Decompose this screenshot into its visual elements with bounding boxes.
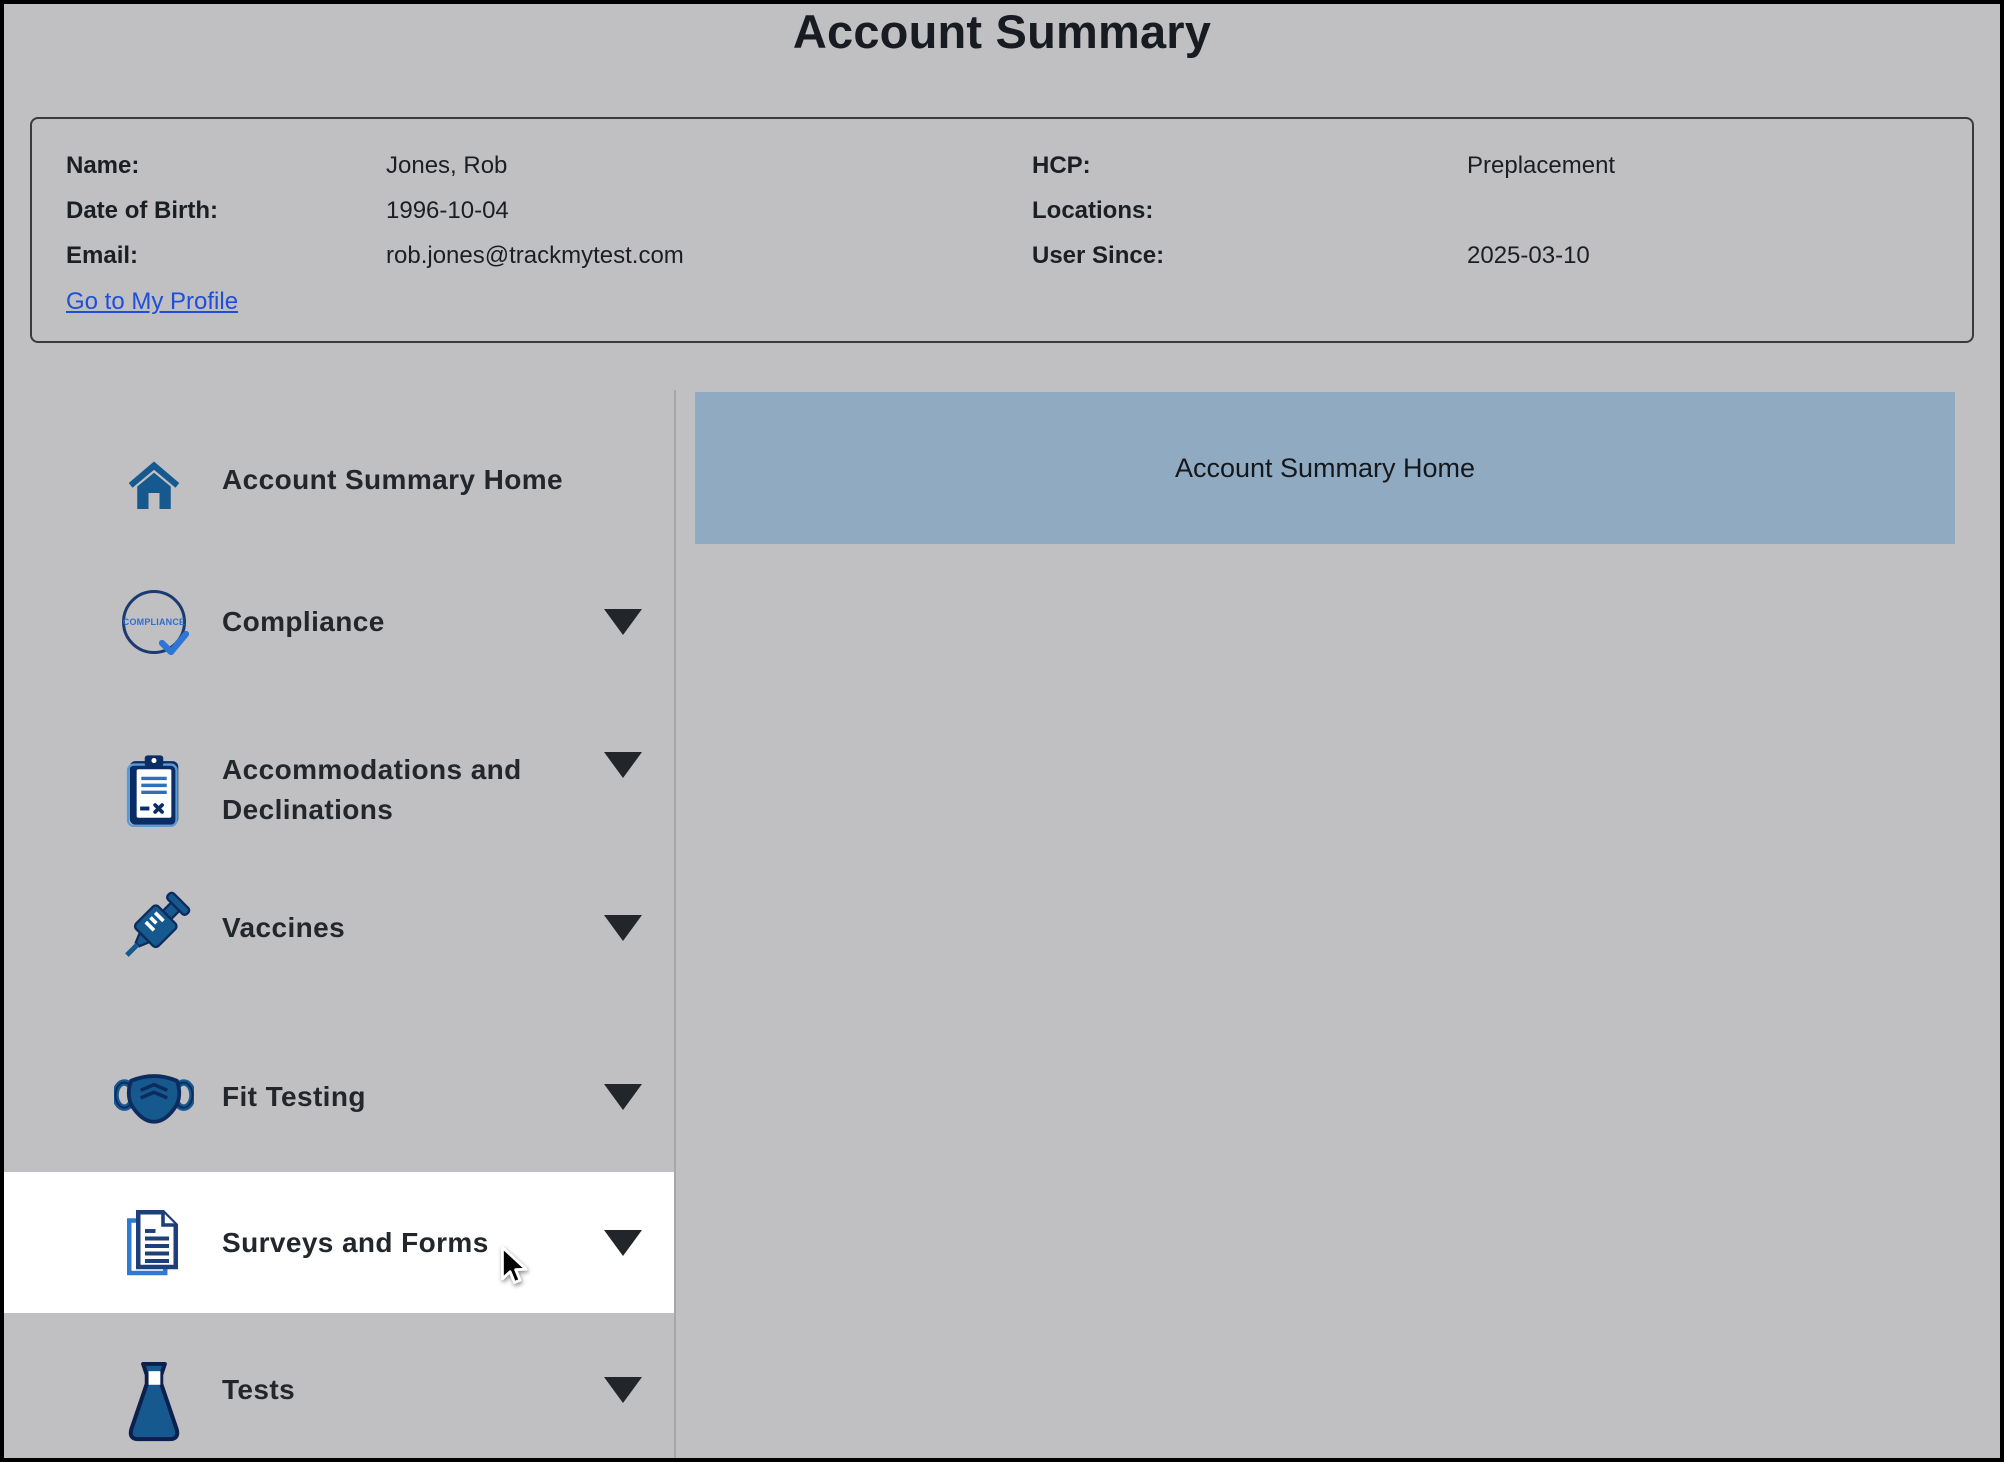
go-to-profile-link[interactable]: Go to My Profile	[66, 279, 238, 324]
sidebar-item-label: Fit Testing	[222, 1077, 366, 1117]
sidebar-item-fit-testing[interactable]: Fit Testing	[4, 1052, 674, 1142]
content-panel-title: Account Summary Home	[1175, 453, 1475, 484]
name-label: Name:	[66, 143, 386, 188]
sidebar-nav: Account Summary Home COMPLIANCE Complian…	[4, 380, 674, 1458]
mouse-cursor-icon	[495, 1245, 535, 1289]
sidebar-content-divider	[674, 390, 676, 1458]
user-since-value: 2025-03-10	[1467, 233, 1590, 278]
documents-icon	[114, 1206, 194, 1280]
clipboard-icon	[114, 753, 194, 827]
user-since-field: User Since: 2025-03-10	[1032, 233, 1615, 278]
profile-right-column: HCP: Preplacement Locations: User Since:…	[1032, 143, 1615, 278]
sidebar-item-label: Accommodations and Declinations	[222, 750, 602, 830]
face-mask-icon	[114, 1065, 194, 1129]
compliance-icon: COMPLIANCE	[114, 590, 194, 654]
sidebar-item-label: Vaccines	[222, 908, 345, 948]
flask-icon	[114, 1336, 194, 1444]
sidebar-item-label: Account Summary Home	[222, 460, 563, 500]
compliance-icon-text: COMPLIANCE	[123, 617, 186, 627]
name-value: Jones, Rob	[386, 143, 507, 188]
chevron-down-icon[interactable]	[604, 1084, 642, 1110]
syringe-icon	[114, 884, 194, 972]
home-icon	[114, 445, 194, 515]
chevron-down-icon[interactable]	[604, 752, 642, 778]
checkmark-icon	[159, 631, 189, 655]
account-summary-page: Account Summary Name: Jones, Rob Date of…	[0, 0, 2004, 1462]
sidebar-item-tests[interactable]: Tests	[4, 1345, 674, 1435]
chevron-down-icon[interactable]	[604, 609, 642, 635]
sidebar-item-account-summary-home[interactable]: Account Summary Home	[4, 430, 674, 530]
sidebar-item-surveys-and-forms[interactable]: Surveys and Forms	[4, 1172, 674, 1313]
email-field: Email: rob.jones@trackmytest.com	[66, 233, 684, 278]
sidebar-item-vaccines[interactable]: Vaccines	[4, 880, 674, 976]
hcp-value: Preplacement	[1467, 143, 1615, 188]
sidebar-item-label: Surveys and Forms	[222, 1223, 489, 1263]
sidebar-item-label: Tests	[222, 1370, 295, 1410]
dob-value: 1996-10-04	[386, 188, 509, 233]
chevron-down-icon[interactable]	[604, 915, 642, 941]
compliance-circle: COMPLIANCE	[122, 590, 186, 654]
dob-label: Date of Birth:	[66, 188, 386, 233]
hcp-label: HCP:	[1032, 143, 1467, 188]
chevron-down-icon[interactable]	[604, 1377, 642, 1403]
email-value: rob.jones@trackmytest.com	[386, 233, 684, 278]
profile-summary-card: Name: Jones, Rob Date of Birth: 1996-10-…	[30, 117, 1974, 343]
name-field: Name: Jones, Rob	[66, 143, 684, 188]
sidebar-item-compliance[interactable]: COMPLIANCE Compliance	[4, 575, 674, 669]
email-label: Email:	[66, 233, 386, 278]
locations-field: Locations:	[1032, 188, 1615, 233]
dob-field: Date of Birth: 1996-10-04	[66, 188, 684, 233]
hcp-field: HCP: Preplacement	[1032, 143, 1615, 188]
sidebar-item-label: Compliance	[222, 602, 385, 642]
profile-left-column: Name: Jones, Rob Date of Birth: 1996-10-…	[66, 143, 684, 278]
user-since-label: User Since:	[1032, 233, 1467, 278]
locations-label: Locations:	[1032, 188, 1467, 233]
content-panel-header: Account Summary Home	[695, 392, 1955, 544]
page-title: Account Summary	[0, 4, 2004, 59]
sidebar-item-accommodations[interactable]: Accommodations and Declinations	[4, 738, 674, 842]
chevron-down-icon[interactable]	[604, 1230, 642, 1256]
